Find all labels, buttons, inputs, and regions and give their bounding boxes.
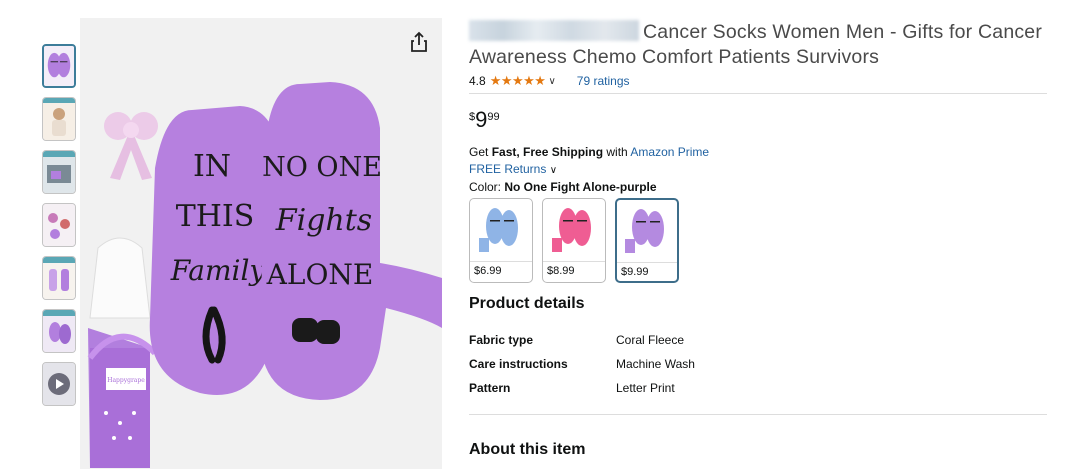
detail-key: Care instructions: [469, 357, 568, 371]
chevron-down-icon[interactable]: ∨: [548, 76, 555, 87]
rating-value: 4.8: [469, 74, 486, 88]
thumbnail-video[interactable]: [42, 362, 76, 406]
detail-row: Pattern Letter Print: [469, 376, 1047, 400]
product-details-heading: Product details: [469, 295, 585, 312]
color-selected: No One Fight Alone-purple: [504, 180, 657, 194]
left-sock-line-1: IN: [193, 149, 231, 184]
left-sock-line-3: Family: [170, 254, 267, 287]
swatch-blue-price: $6.99: [470, 261, 532, 277]
color-row: Color: No One Fight Alone-purple: [469, 179, 1047, 195]
price: $ 9 99: [469, 108, 1047, 132]
detail-key: Fabric type: [469, 333, 534, 347]
detail-value: Coral Fleece: [616, 333, 685, 347]
chevron-down-icon[interactable]: ∨: [550, 165, 557, 176]
color-label: Color:: [469, 180, 505, 194]
thumbnail-5[interactable]: [42, 256, 76, 300]
swatch-blue-image: [470, 199, 532, 261]
rating-row: 4.8 ★★★★★ ∨ 79 ratings: [469, 73, 1047, 89]
ratings-count-link[interactable]: 79 ratings: [577, 74, 630, 88]
color-swatches: $6.99 $8.99 $9.99: [469, 198, 1047, 283]
product-title[interactable]: Cancer Socks Women Men - Gifts for Cance…: [469, 20, 1047, 70]
divider: [469, 93, 1047, 94]
gift-box-graphic: Happygrape: [87, 237, 158, 468]
left-sock-line-2: THIS: [176, 199, 255, 234]
detail-row: Care instructions Machine Wash: [469, 352, 1047, 376]
right-sock-line-3: ALONE: [266, 258, 374, 291]
product-info-panel: Cancer Socks Women Men - Gifts for Cance…: [469, 20, 1047, 415]
right-sock-line-1: NO ONE: [262, 152, 382, 183]
shipping-fast-label: Fast, Free Shipping: [491, 145, 604, 159]
prime-link[interactable]: Amazon Prime: [630, 145, 709, 159]
left-sock-graphic: IN THIS Family: [149, 106, 278, 395]
thumbnail-strip: [42, 44, 78, 415]
swatch-pink-image: [543, 199, 605, 261]
swatch-purple-price: $9.99: [617, 262, 677, 278]
detail-value: Machine Wash: [616, 357, 695, 371]
thumbnail-1[interactable]: [42, 44, 76, 88]
swatch-purple[interactable]: $9.99: [615, 198, 679, 283]
shipping-info: Get Fast, Free Shipping with Amazon Prim…: [469, 144, 1047, 161]
product-details-table: Fabric type Coral Fleece Care instructio…: [469, 328, 1047, 400]
swatch-pink-price: $8.99: [543, 261, 605, 277]
free-returns-link[interactable]: FREE Returns: [469, 162, 546, 176]
about-heading: About this item: [469, 441, 586, 458]
shipping-prefix: Get: [469, 145, 492, 159]
thumbnail-4[interactable]: [42, 203, 76, 247]
price-fraction: 99: [487, 111, 500, 123]
price-whole: 9: [475, 107, 488, 132]
brand-name-redacted[interactable]: [469, 20, 639, 41]
share-icon[interactable]: [408, 30, 430, 54]
swatch-blue[interactable]: $6.99: [469, 198, 533, 283]
box-label: Happygrape: [107, 377, 145, 384]
star-icon[interactable]: ★★★★★: [490, 73, 546, 89]
divider: [469, 414, 1047, 415]
thumbnail-3[interactable]: [42, 150, 76, 194]
thumbnail-2[interactable]: [42, 97, 76, 141]
detail-row: Fabric type Coral Fleece: [469, 328, 1047, 352]
right-sock-line-2: Fights: [275, 203, 372, 238]
swatch-pink[interactable]: $8.99: [542, 198, 606, 283]
thumbnail-6[interactable]: [42, 309, 76, 353]
returns-row: FREE Returns ∨: [469, 161, 1047, 179]
main-product-image[interactable]: Happygrape IN THIS Family NO ONE Fights …: [80, 18, 442, 469]
detail-value: Letter Print: [616, 381, 675, 395]
swatch-purple-image: [617, 200, 677, 262]
detail-key: Pattern: [469, 381, 511, 395]
shipping-middle: with: [603, 145, 631, 159]
